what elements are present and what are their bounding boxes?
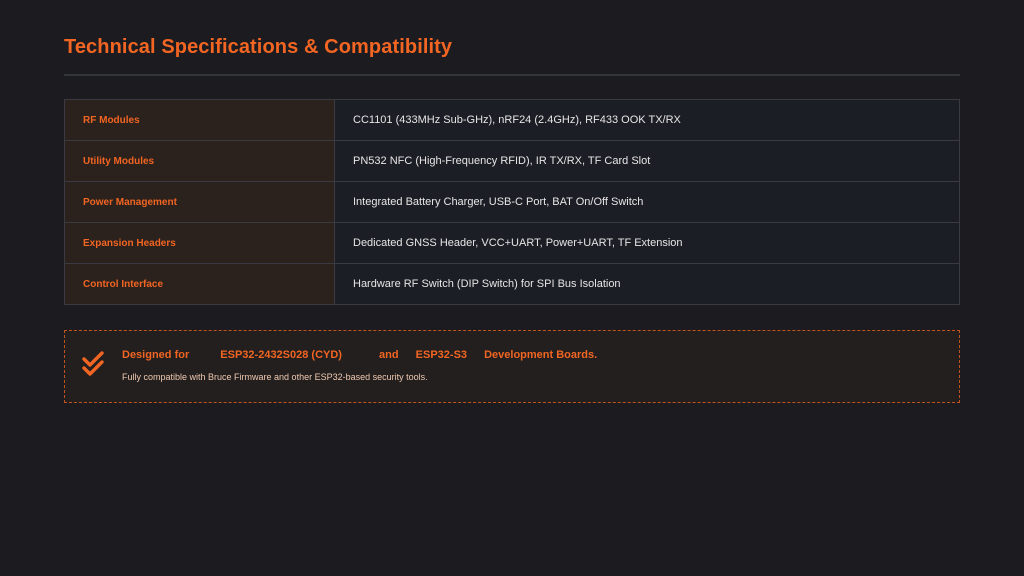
title-divider: [64, 74, 960, 76]
spec-label: Expansion Headers: [64, 222, 335, 264]
headline-suffix: Development Boards.: [484, 349, 598, 361]
table-row: Control Interface Hardware RF Switch (DI…: [64, 263, 960, 305]
spec-value: Dedicated GNSS Header, VCC+UART, Power+U…: [334, 222, 960, 264]
spec-value: Hardware RF Switch (DIP Switch) for SPI …: [334, 263, 960, 305]
table-row: RF Modules CC1101 (433MHz Sub-GHz), nRF2…: [64, 99, 960, 141]
spec-value: CC1101 (433MHz Sub-GHz), nRF24 (2.4GHz),…: [334, 99, 960, 141]
headline-conjunction: and: [379, 349, 399, 361]
board-name-s3: ESP32-S3: [415, 349, 468, 361]
spec-label: Utility Modules: [64, 140, 335, 182]
spec-label: RF Modules: [64, 99, 335, 141]
compatibility-subtext: Fully compatible with Bruce Firmware and…: [122, 372, 428, 382]
compatibility-headline: Designed for ESP32-2432S028 (CYD) and ES…: [122, 349, 597, 361]
spec-label: Control Interface: [64, 263, 335, 305]
slide: Technical Specifications & Compatibility…: [0, 0, 1024, 576]
compatibility-callout: Designed for ESP32-2432S028 (CYD) and ES…: [64, 330, 960, 403]
page-title: Technical Specifications & Compatibility: [64, 36, 453, 58]
table-row: Utility Modules PN532 NFC (High-Frequenc…: [64, 140, 960, 182]
specs-table: RF Modules CC1101 (433MHz Sub-GHz), nRF2…: [64, 99, 960, 305]
spec-value: PN532 NFC (High-Frequency RFID), IR TX/R…: [334, 140, 960, 182]
table-row: Power Management Integrated Battery Char…: [64, 181, 960, 223]
spec-label: Power Management: [64, 181, 335, 223]
double-check-icon: [81, 351, 107, 379]
board-name-cyd: ESP32-2432S028 (CYD): [220, 349, 342, 361]
spec-value: Integrated Battery Charger, USB-C Port, …: [334, 181, 960, 223]
headline-prefix: Designed for: [122, 349, 190, 361]
table-row: Expansion Headers Dedicated GNSS Header,…: [64, 222, 960, 264]
